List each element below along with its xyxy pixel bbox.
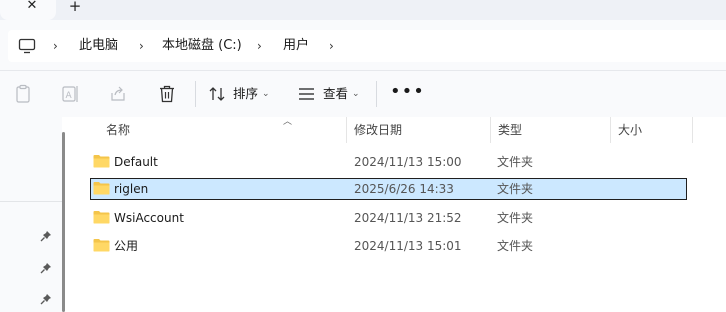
navigation-pane — [0, 117, 62, 312]
file-type: 文件夹 — [497, 211, 534, 225]
breadcrumb-local-disk[interactable]: 本地磁盘 (C:) — [162, 37, 242, 55]
breadcrumb-users[interactable]: 用户 — [283, 37, 309, 55]
toolbar-divider — [195, 81, 196, 107]
folder-icon — [93, 182, 110, 195]
toolbar-divider — [376, 81, 377, 107]
file-row[interactable]: Default 2024/11/13 15:00 文件夹 — [90, 151, 687, 173]
file-date: 2024/11/13 15:00 — [354, 155, 462, 169]
view-label: 查看 — [323, 86, 349, 101]
command-bar: A 排序 ⌄ 查看 ⌄ ••• — [0, 70, 726, 117]
svg-text:A: A — [66, 91, 73, 101]
file-type: 文件夹 — [497, 182, 534, 196]
column-divider[interactable] — [490, 117, 491, 143]
file-type: 文件夹 — [497, 239, 534, 253]
file-date: 2025/6/26 14:33 — [354, 182, 454, 196]
column-divider[interactable] — [610, 117, 611, 143]
rename-icon[interactable]: A — [60, 83, 82, 105]
sort-ascending-icon: ︿ — [283, 117, 293, 127]
file-date: 2024/11/13 21:52 — [354, 211, 462, 225]
more-options-icon[interactable]: ••• — [390, 83, 425, 101]
pin-icon[interactable] — [40, 293, 52, 305]
share-icon[interactable] — [107, 83, 129, 105]
column-header-date[interactable]: 修改日期 — [354, 122, 402, 138]
delete-icon[interactable] — [156, 83, 178, 105]
file-row[interactable]: 公用 2024/11/13 15:01 文件夹 — [90, 235, 687, 257]
folder-icon — [93, 155, 110, 168]
breadcrumb-this-pc[interactable]: 此电脑 — [79, 37, 118, 55]
address-bar[interactable]: › 此电脑 › 本地磁盘 (C:) › 用户 › — [8, 30, 726, 62]
chevron-down-icon: ⌄ — [262, 89, 270, 99]
column-header-type[interactable]: 类型 — [498, 122, 522, 138]
breadcrumb-separator[interactable]: › — [257, 37, 262, 55]
tab-current[interactable]: ✕ — [0, 0, 56, 20]
breadcrumb-separator[interactable]: › — [329, 37, 334, 55]
file-name: riglen — [114, 182, 149, 196]
file-name: 公用 — [114, 239, 139, 253]
address-bar-row: › 此电脑 › 本地磁盘 (C:) › 用户 › — [0, 20, 726, 70]
this-pc-icon — [18, 38, 36, 54]
breadcrumb-separator[interactable]: › — [139, 37, 144, 55]
file-date: 2024/11/13 15:01 — [354, 239, 462, 253]
sort-label: 排序 — [233, 86, 259, 101]
folder-icon — [93, 211, 110, 224]
folder-icon — [93, 239, 110, 252]
pin-icon[interactable] — [40, 262, 52, 274]
column-header-name[interactable]: 名称 — [106, 122, 130, 138]
nav-divider — [0, 201, 62, 202]
file-name: Default — [114, 155, 158, 169]
file-row-selected[interactable]: riglen 2025/6/26 14:33 文件夹 — [90, 178, 687, 200]
column-headers: ︿ 名称 修改日期 类型 大小 — [66, 117, 726, 143]
column-divider[interactable] — [692, 117, 693, 143]
navigation-scrollbar[interactable] — [62, 132, 65, 312]
breadcrumb-separator[interactable]: › — [53, 37, 58, 55]
file-row[interactable]: WsiAccount 2024/11/13 21:52 文件夹 — [90, 207, 687, 229]
file-type: 文件夹 — [497, 155, 534, 169]
chevron-down-icon: ⌄ — [352, 89, 360, 99]
paste-icon[interactable] — [12, 83, 34, 105]
file-name: WsiAccount — [114, 211, 184, 225]
tab-strip: ✕ + — [0, 0, 726, 20]
close-tab-icon[interactable]: ✕ — [22, 0, 42, 16]
sort-icon — [209, 87, 225, 101]
new-tab-button[interactable]: + — [63, 0, 87, 16]
column-header-size[interactable]: 大小 — [618, 122, 642, 138]
view-icon — [299, 88, 314, 100]
pin-icon[interactable] — [40, 230, 52, 242]
column-divider[interactable] — [346, 117, 347, 143]
